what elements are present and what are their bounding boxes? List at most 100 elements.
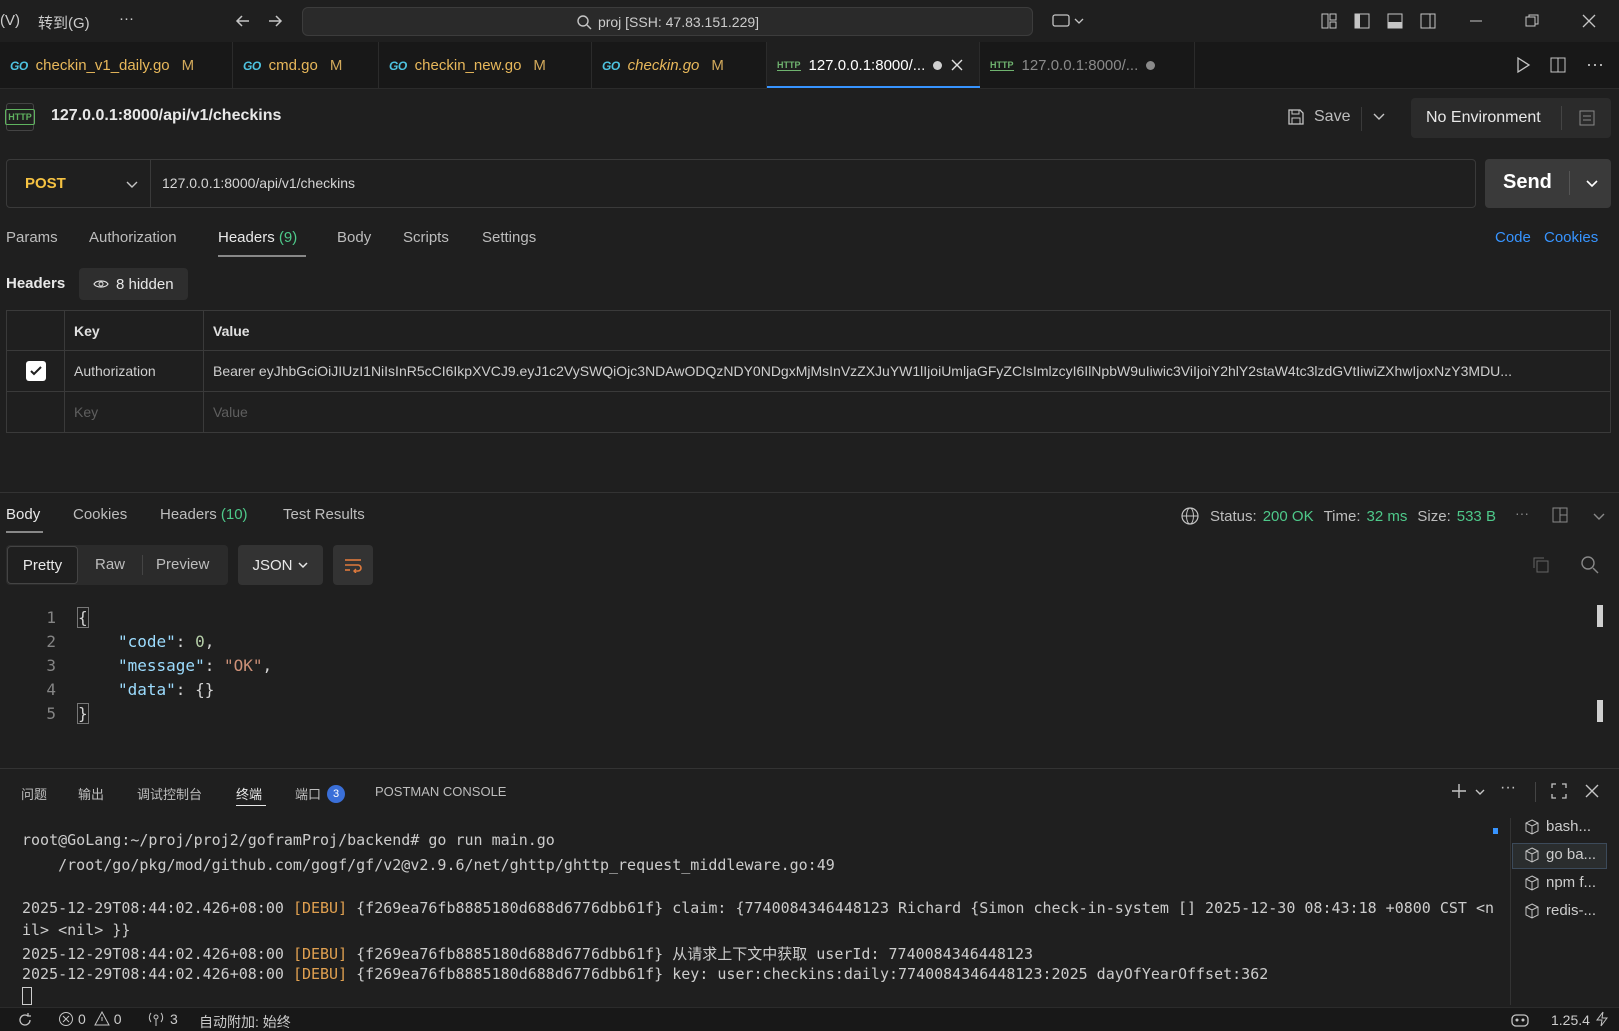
- response-tab-headers[interactable]: Headers (10): [160, 506, 248, 523]
- auto-attach-status[interactable]: 自动附加: 始终: [199, 1012, 291, 1031]
- wrap-lines-icon[interactable]: [333, 545, 373, 585]
- menu-more[interactable]: ···: [119, 10, 134, 27]
- tab-body[interactable]: Body: [337, 229, 371, 246]
- menu-view[interactable]: (V): [0, 12, 20, 29]
- lightning-icon[interactable]: [1595, 1011, 1609, 1027]
- restore-icon[interactable]: [1521, 10, 1543, 32]
- sync-icon[interactable]: [17, 1012, 33, 1028]
- save-label: Save: [1314, 108, 1351, 125]
- split-editor-icon[interactable]: [1549, 56, 1567, 74]
- header-key-cell[interactable]: Authorization: [64, 350, 204, 392]
- more-actions-icon[interactable]: ···: [1586, 54, 1604, 75]
- back-arrow-icon[interactable]: [232, 10, 254, 32]
- hidden-headers-toggle[interactable]: 8 hidden: [79, 268, 188, 300]
- scrollbar-marker[interactable]: [1597, 605, 1603, 627]
- problems-status[interactable]: 0 0: [58, 1011, 122, 1027]
- tab-checkin[interactable]: GO checkin.go M: [592, 42, 767, 89]
- tab-headers[interactable]: Headers (9): [218, 229, 297, 246]
- column-header-value: Value: [203, 310, 1611, 351]
- send-button[interactable]: Send: [1485, 159, 1611, 208]
- close-tab-icon[interactable]: [950, 58, 964, 72]
- send-label: Send: [1503, 171, 1552, 193]
- json-body[interactable]: { "code": 0, "message": "OK", "data": {}…: [77, 606, 272, 726]
- search-icon: [576, 14, 592, 30]
- status-value[interactable]: 200 OK: [1263, 508, 1314, 525]
- value-placeholder[interactable]: Value: [203, 391, 1611, 433]
- header-value-cell[interactable]: Bearer eyJhbGciOiJIUzI1NiIsInR5cCI6IkpXV…: [203, 350, 1611, 392]
- command-center-search[interactable]: proj [SSH: 47.83.151.229]: [302, 7, 1033, 36]
- toggle-primary-sidebar-icon[interactable]: [1351, 10, 1373, 32]
- modified-badge: M: [181, 57, 195, 74]
- cookies-link[interactable]: Cookies: [1544, 229, 1598, 246]
- panel-tab-terminal[interactable]: 终端: [236, 784, 262, 803]
- save-button[interactable]: Save: [1286, 103, 1350, 131]
- copy-icon[interactable]: [1531, 555, 1551, 575]
- toggle-secondary-sidebar-icon[interactable]: [1417, 10, 1439, 32]
- go-version-status[interactable]: 1.25.4: [1551, 1012, 1590, 1028]
- size-value[interactable]: 533 B: [1457, 508, 1496, 525]
- copilot-icon[interactable]: [1510, 1011, 1530, 1029]
- customize-layout-icon[interactable]: [1318, 10, 1340, 32]
- forward-arrow-icon[interactable]: [264, 10, 286, 32]
- table-header-row: Key Value: [6, 310, 1611, 351]
- line-number: 4: [46, 680, 56, 699]
- checkbox-checked-icon[interactable]: [25, 361, 46, 381]
- time-value[interactable]: 32 ms: [1367, 508, 1408, 525]
- panel-tab-postman-console[interactable]: POSTMAN CONSOLE: [375, 784, 506, 799]
- format-select[interactable]: JSON: [238, 545, 323, 585]
- tab-http-request-active[interactable]: HTTP 127.0.0.1:8000/...: [767, 42, 980, 89]
- send-options-chevron-icon[interactable]: [1585, 176, 1599, 190]
- collapse-chevron-icon[interactable]: [1592, 509, 1606, 523]
- tab-label: checkin_v1_daily.go: [35, 57, 170, 74]
- tab-authorization[interactable]: Authorization: [89, 229, 177, 246]
- view-raw-button[interactable]: Raw: [95, 556, 125, 573]
- panel-tab-output[interactable]: 输出: [78, 784, 104, 803]
- terminal-list-item[interactable]: npm f...: [1524, 874, 1596, 891]
- new-terminal-plus-icon[interactable]: [1451, 783, 1467, 799]
- response-tab-body[interactable]: Body: [6, 506, 40, 523]
- scrollbar-marker[interactable]: [1597, 700, 1603, 722]
- terminal-list-item[interactable]: bash...: [1524, 818, 1591, 835]
- panel-more-icon[interactable]: ···: [1500, 779, 1516, 797]
- panel-tab-ports[interactable]: 端口 3: [295, 784, 346, 803]
- code-link[interactable]: Code: [1495, 229, 1531, 246]
- method-select[interactable]: POST: [7, 160, 151, 207]
- url-input[interactable]: 127.0.0.1:8000/api/v1/checkins: [162, 175, 355, 191]
- menu-goto[interactable]: 转到(G): [38, 12, 90, 33]
- environment-selector[interactable]: No Environment: [1411, 98, 1611, 138]
- layout-toggle-icon[interactable]: [1551, 506, 1569, 524]
- terminal-cursor[interactable]: [22, 987, 32, 1005]
- tab-scripts[interactable]: Scripts: [403, 229, 449, 246]
- response-tab-cookies[interactable]: Cookies: [73, 506, 127, 523]
- search-response-icon[interactable]: [1580, 555, 1600, 575]
- close-window-icon[interactable]: [1578, 10, 1600, 32]
- copilot-chat-icon[interactable]: [1048, 10, 1088, 32]
- tab-checkin-new[interactable]: GO checkin_new.go M: [379, 42, 592, 89]
- tab-settings[interactable]: Settings: [482, 229, 536, 246]
- panel-tab-problems[interactable]: 问题: [21, 784, 47, 803]
- search-text: proj [SSH: 47.83.151.229]: [597, 13, 760, 30]
- response-tab-test-results[interactable]: Test Results: [283, 506, 365, 523]
- run-icon[interactable]: [1514, 56, 1532, 74]
- terminal-list-item-active[interactable]: go ba...: [1524, 846, 1596, 863]
- toggle-panel-icon[interactable]: [1384, 10, 1406, 32]
- terminal-list-item[interactable]: redis-...: [1524, 902, 1596, 919]
- tab-cmd[interactable]: GO cmd.go M: [233, 42, 379, 89]
- tab-http-request[interactable]: HTTP 127.0.0.1:8000/...: [980, 42, 1195, 89]
- maximize-panel-icon[interactable]: [1551, 783, 1567, 799]
- more-options-icon[interactable]: ···: [1515, 505, 1529, 521]
- ports-status[interactable]: 3: [148, 1011, 178, 1027]
- terminal-profile-chevron-icon[interactable]: [1474, 786, 1486, 798]
- view-preview-button[interactable]: Preview: [156, 556, 209, 573]
- chevron-down-icon: [297, 559, 309, 571]
- save-options-chevron-icon[interactable]: [1372, 109, 1386, 123]
- view-pretty-button[interactable]: Pretty: [7, 546, 78, 584]
- key-placeholder[interactable]: Key: [64, 391, 204, 433]
- panel-tab-debug-console[interactable]: 调试控制台: [137, 784, 202, 803]
- globe-icon[interactable]: [1180, 506, 1200, 526]
- environment-quick-look-icon[interactable]: [1577, 108, 1597, 128]
- minimize-icon[interactable]: [1465, 10, 1487, 32]
- tab-checkin-v1-daily[interactable]: GO checkin_v1_daily.go M: [0, 42, 233, 89]
- close-panel-icon[interactable]: [1584, 783, 1600, 799]
- tab-params[interactable]: Params: [6, 229, 58, 246]
